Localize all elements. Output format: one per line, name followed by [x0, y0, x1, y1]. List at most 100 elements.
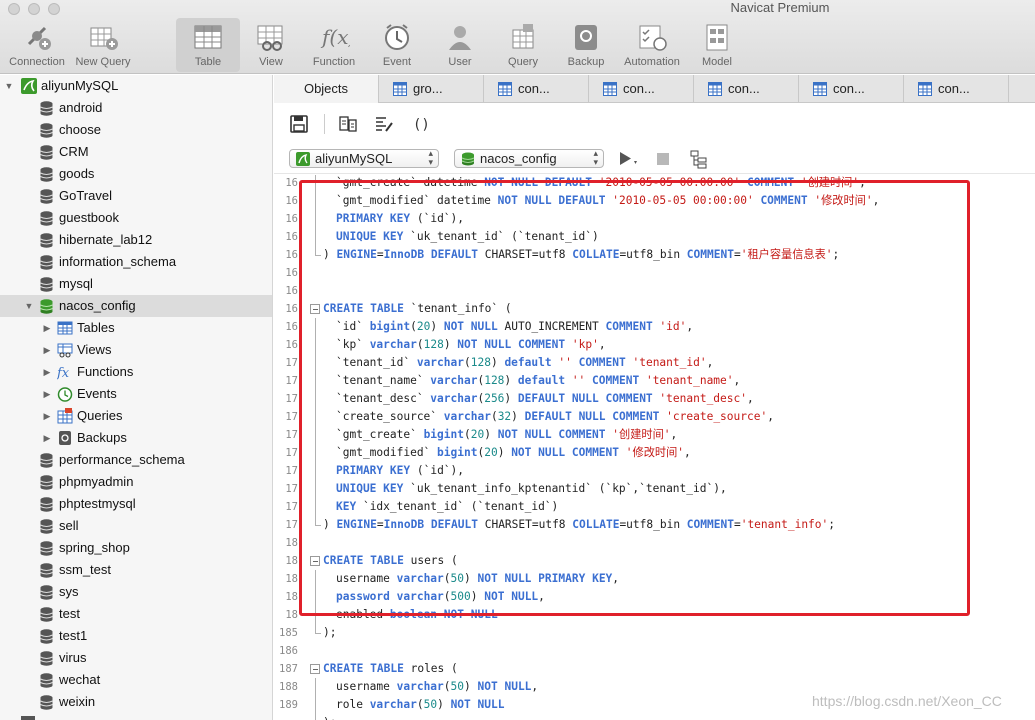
sidebar-db-weixin[interactable]: weixin — [0, 691, 272, 713]
code-line[interactable]: 17) ENGINE=InnoDB DEFAULT CHARSET=utf8 C… — [274, 516, 1035, 534]
sidebar-db-gotravel[interactable]: GoTravel — [0, 185, 272, 207]
sidebar-db-android[interactable]: android — [0, 97, 272, 119]
tab-query-overflow[interactable] — [1009, 75, 1035, 103]
code-line[interactable]: 17 `gmt_create` bigint(20) NOT NULL COMME… — [274, 426, 1035, 444]
tab-query-1[interactable]: gro... — [379, 75, 484, 103]
beautify-sql-icon[interactable] — [374, 114, 394, 134]
code-snippet-icon[interactable]: () — [410, 114, 430, 134]
close-window-button[interactable] — [8, 3, 20, 15]
code-line[interactable]: 16 `id` bigint(20) NOT NULL AUTO_INCREMEN… — [274, 318, 1035, 336]
code-line[interactable]: 16 PRIMARY KEY (`id`), — [274, 210, 1035, 228]
toolbar-view-button[interactable]: View — [239, 18, 303, 72]
toolbar-new-query-button[interactable]: New Query — [71, 18, 135, 72]
sidebar-db-sell[interactable]: sell — [0, 515, 272, 537]
code-line[interactable]: 18 — [274, 534, 1035, 552]
collapsed-arrow-icon[interactable]: ▶ — [42, 339, 52, 361]
explain-icon[interactable] — [689, 149, 709, 169]
sidebar-db-ssm-test[interactable]: ssm_test — [0, 559, 272, 581]
code-line[interactable]: 16 — [274, 282, 1035, 300]
code-line[interactable]: 17 `gmt_modified` bigint(20) NOT NULL COM… — [274, 444, 1035, 462]
sql-editor[interactable]: 16 `gmt_create` datetime NOT NULL DEFAULT… — [274, 175, 1035, 720]
sidebar-db-phpmyadmin[interactable]: phpmyadmin — [0, 471, 272, 493]
collapsed-arrow-icon[interactable]: ▶ — [42, 427, 52, 449]
sidebar-item-backups[interactable]: ▶ Backups — [0, 427, 272, 449]
sidebar-connection-aliyunmysql[interactable]: ▼ aliyunMySQL — [0, 75, 272, 97]
toolbar-user-button[interactable]: User — [428, 18, 492, 72]
stop-icon[interactable] — [656, 152, 670, 166]
code-line[interactable]: 16 `gmt_create` datetime NOT NULL DEFAULT… — [274, 175, 1035, 192]
sidebar-db-sys[interactable]: sys — [0, 581, 272, 603]
code-line[interactable]: 16) ENGINE=InnoDB DEFAULT CHARSET=utf8 C… — [274, 246, 1035, 264]
tab-query-4[interactable]: con... — [694, 75, 799, 103]
sidebar-db-nacos-config[interactable]: ▼ nacos_config — [0, 295, 272, 317]
sidebar-next-connection[interactable] — [0, 714, 272, 720]
toolbar-table-button[interactable]: Table — [176, 18, 240, 72]
sidebar-db-hibernate-lab12[interactable]: hibernate_lab12 — [0, 229, 272, 251]
tab-objects[interactable]: Objects — [274, 75, 379, 103]
collapsed-arrow-icon[interactable]: ▶ — [42, 405, 52, 427]
fold-toggle-icon[interactable] — [310, 304, 320, 314]
zoom-window-button[interactable] — [48, 3, 60, 15]
code-line[interactable]: 16 `kp` varchar(128) NOT NULL COMMENT 'kp… — [274, 336, 1035, 354]
code-line[interactable]: 18 password varchar(500) NOT NULL, — [274, 588, 1035, 606]
fold-toggle-icon[interactable] — [310, 664, 320, 674]
tab-query-3[interactable]: con... — [589, 75, 694, 103]
code-line[interactable]: 17 `create_source` varchar(32) DEFAULT NU… — [274, 408, 1035, 426]
code-line[interactable]: 18 username varchar(50) NOT NULL PRIMARY … — [274, 570, 1035, 588]
query-builder-icon[interactable] — [338, 114, 358, 134]
sidebar-db-wechat[interactable]: wechat — [0, 669, 272, 691]
minimize-window-button[interactable] — [28, 3, 40, 15]
code-line[interactable]: 16 UNIQUE KEY `uk_tenant_id` (`tenant_id`… — [274, 228, 1035, 246]
expand-arrow-icon[interactable]: ▼ — [24, 295, 34, 317]
sidebar-db-guestbook[interactable]: guestbook — [0, 207, 272, 229]
sidebar-item-events[interactable]: ▶ Events — [0, 383, 272, 405]
sidebar-db-mysql[interactable]: mysql — [0, 273, 272, 295]
code-line[interactable]: 187 CREATE TABLE roles ( — [274, 660, 1035, 678]
tab-query-2[interactable]: con... — [484, 75, 589, 103]
expand-arrow-icon[interactable]: ▼ — [4, 75, 14, 97]
fold-toggle-icon[interactable] — [310, 556, 320, 566]
sidebar-db-goods[interactable]: goods — [0, 163, 272, 185]
run-icon[interactable] — [618, 151, 640, 167]
sidebar-db-test1[interactable]: test1 — [0, 625, 272, 647]
toolbar-event-button[interactable]: Event — [365, 18, 429, 72]
sidebar-db-information-schema[interactable]: information_schema — [0, 251, 272, 273]
sidebar-db-crm[interactable]: CRM — [0, 141, 272, 163]
toolbar-function-button[interactable]: f(x) Function — [302, 18, 366, 72]
code-line[interactable]: 185); — [274, 624, 1035, 642]
toolbar-model-button[interactable]: Model — [685, 18, 749, 72]
code-line[interactable]: 17 KEY `idx_tenant_id` (`tenant_id`) — [274, 498, 1035, 516]
connection-select[interactable]: aliyunMySQL ▴ ▾ — [289, 149, 439, 168]
code-line[interactable]: 186 — [274, 642, 1035, 660]
collapsed-arrow-icon[interactable]: ▶ — [42, 361, 52, 383]
code-line[interactable]: 17 `tenant_desc` varchar(256) DEFAULT NUL… — [274, 390, 1035, 408]
code-line[interactable]: 18 enabled boolean NOT NULL — [274, 606, 1035, 624]
toolbar-backup-button[interactable]: Backup — [554, 18, 618, 72]
sidebar-item-functions[interactable]: ▶ fx Functions — [0, 361, 272, 383]
code-line[interactable]: 17 PRIMARY KEY (`id`), — [274, 462, 1035, 480]
code-line[interactable]: 16 — [274, 264, 1035, 282]
toolbar-query-button[interactable]: Query — [491, 18, 555, 72]
sidebar-db-spring-shop[interactable]: spring_shop — [0, 537, 272, 559]
sidebar-db-test[interactable]: test — [0, 603, 272, 625]
sidebar-item-queries[interactable]: ▶ Queries — [0, 405, 272, 427]
sidebar-item-views[interactable]: ▶ Views — [0, 339, 272, 361]
toolbar-connection-button[interactable]: Connection — [5, 18, 69, 72]
save-icon[interactable] — [289, 114, 309, 134]
toolbar-automation-button[interactable]: Automation — [620, 18, 684, 72]
database-select[interactable]: nacos_config ▴ ▾ — [454, 149, 604, 168]
sidebar-db-phptestmysql[interactable]: phptestmysql — [0, 493, 272, 515]
tab-query-5[interactable]: con... — [799, 75, 904, 103]
collapsed-arrow-icon[interactable]: ▶ — [42, 317, 52, 339]
code-line[interactable]: 17 UNIQUE KEY `uk_tenant_info_kptenantid`… — [274, 480, 1035, 498]
code-line[interactable]: ); — [274, 714, 1035, 720]
sidebar-db-virus[interactable]: virus — [0, 647, 272, 669]
code-line[interactable]: 18 CREATE TABLE users ( — [274, 552, 1035, 570]
code-line[interactable]: 17 `tenant_name` varchar(128) default '' … — [274, 372, 1035, 390]
tab-query-6[interactable]: con... — [904, 75, 1009, 103]
collapsed-arrow-icon[interactable]: ▶ — [42, 383, 52, 405]
code-line[interactable]: 16 `gmt_modified` datetime NOT NULL DEFAU… — [274, 192, 1035, 210]
code-line[interactable]: 16 CREATE TABLE `tenant_info` ( — [274, 300, 1035, 318]
sidebar-db-choose[interactable]: choose — [0, 119, 272, 141]
code-line[interactable]: 17 `tenant_id` varchar(128) default '' CO… — [274, 354, 1035, 372]
